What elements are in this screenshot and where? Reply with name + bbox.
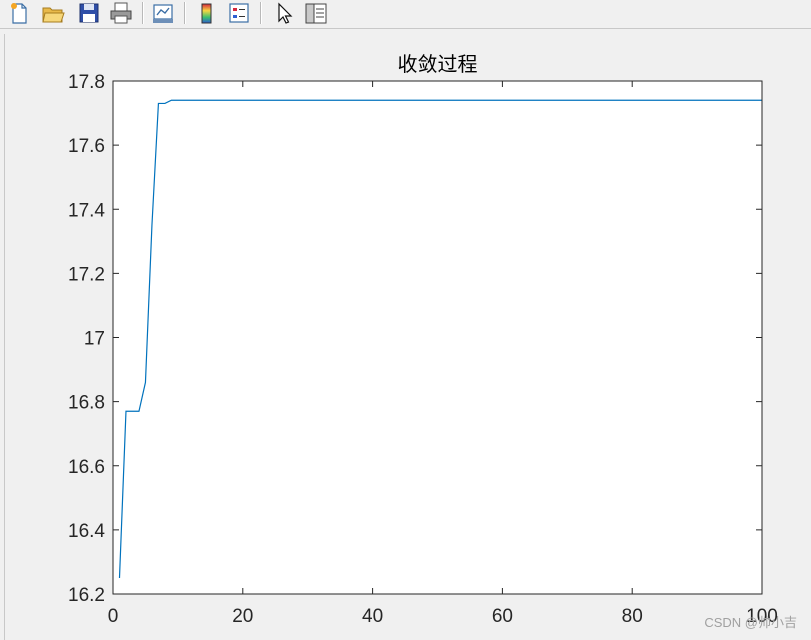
- y-tick-label: 16.4: [68, 521, 105, 542]
- x-tick-label: 60: [492, 606, 513, 627]
- y-tick-label: 16.2: [68, 585, 105, 606]
- y-tick-label: 17.4: [68, 200, 105, 221]
- y-tick-label: 17: [84, 329, 105, 350]
- y-tick-label: 17.6: [68, 136, 105, 157]
- chart-svg: 0 20 40 60 80 10016.216.416.616.81717.217.417…: [68, 52, 778, 627]
- y-tick-label: 17.8: [68, 72, 105, 93]
- y-tick-label: 16.8: [68, 393, 105, 414]
- x-tick-label: 0: [108, 606, 119, 627]
- y-tick-label: 16.6: [68, 457, 105, 478]
- axes-background: [113, 81, 762, 594]
- x-tick-label: 20: [232, 606, 253, 627]
- chart-title: 收敛过程: [398, 52, 478, 76]
- y-tick-label: 17.2: [68, 264, 105, 285]
- x-tick-label: 40: [362, 606, 383, 627]
- x-tick-label: 80: [622, 606, 643, 627]
- watermark-text: CSDN @帅小吉: [704, 615, 797, 630]
